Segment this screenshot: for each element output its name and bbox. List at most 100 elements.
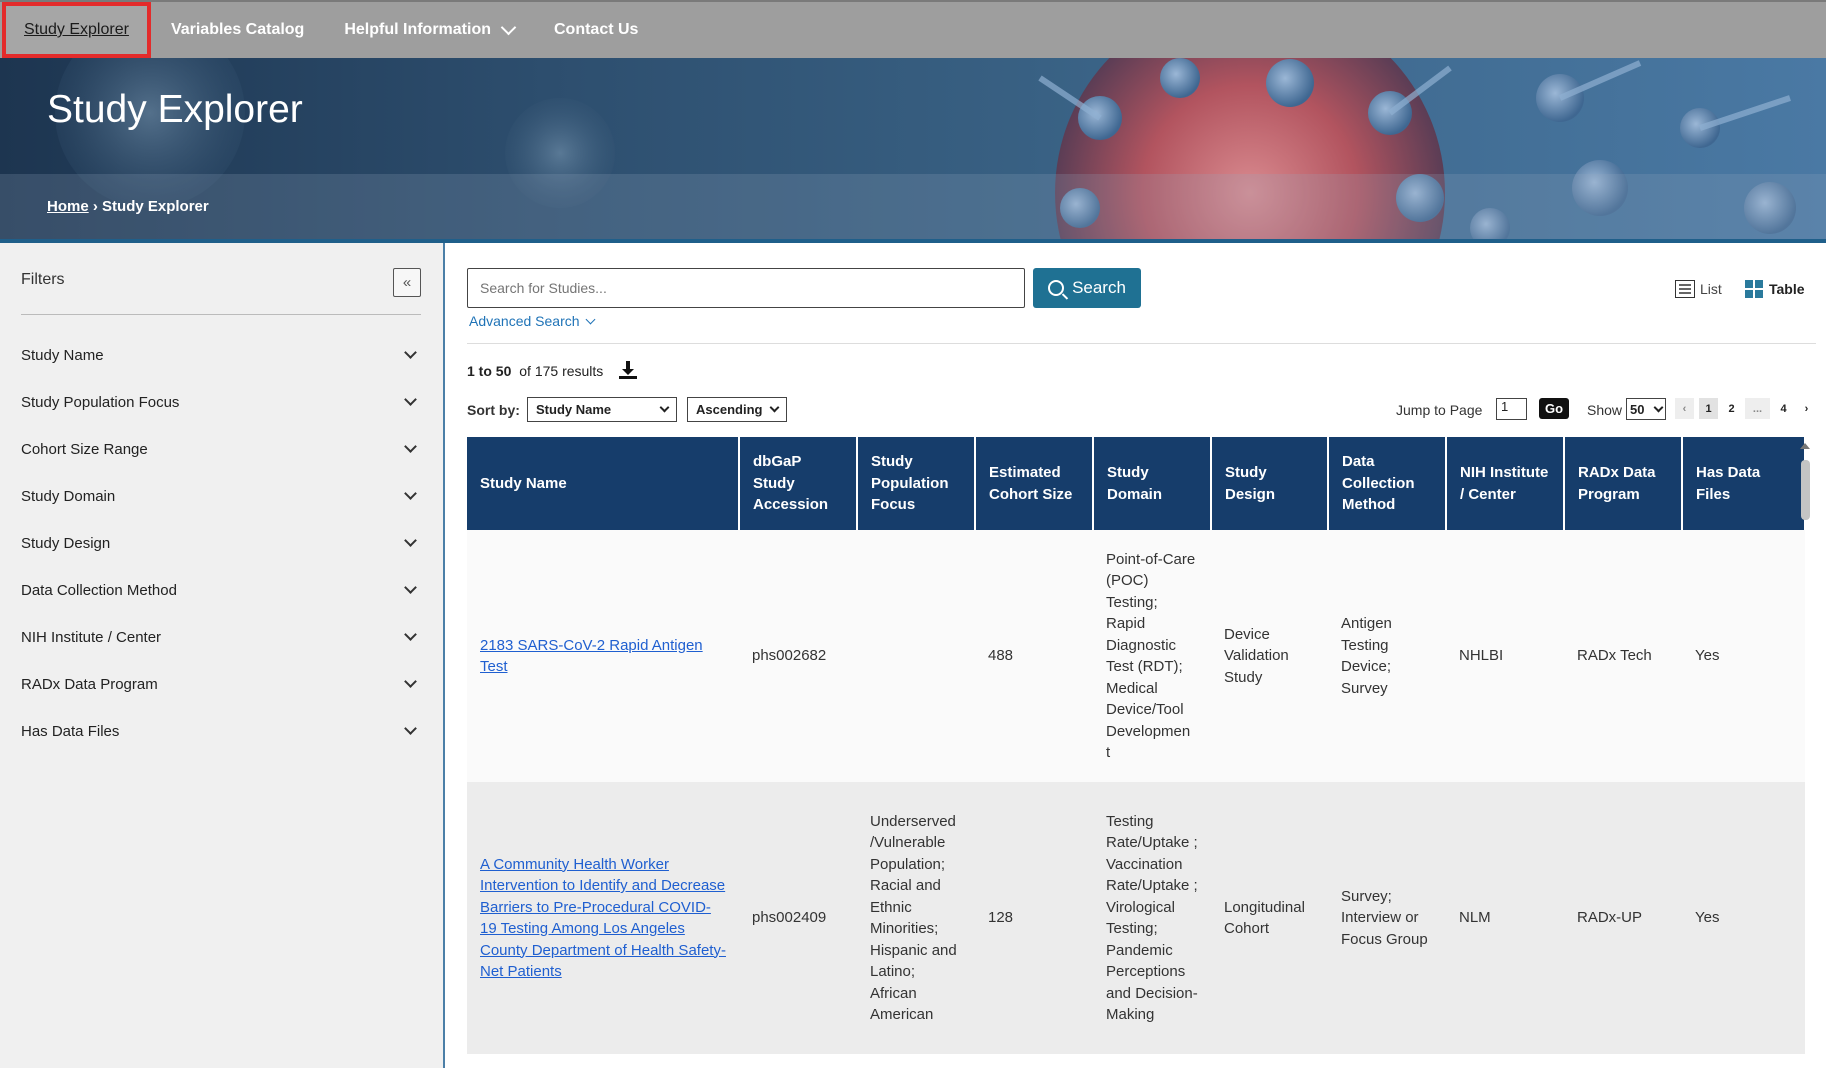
grid-icon — [1745, 280, 1763, 298]
col-header-population-focus[interactable]: Study Population Focus — [857, 437, 976, 530]
sort-field-value: Study Name — [536, 402, 612, 417]
main-content: Search Advanced Search List Table 1 to 5… — [446, 243, 1826, 1068]
col-header-study-design[interactable]: Study Design — [1211, 437, 1329, 530]
breadcrumb-current: Study Explorer — [102, 198, 209, 215]
scrollbar-thumb[interactable] — [1801, 460, 1810, 520]
chevron-down-icon — [404, 722, 417, 735]
col-header-nih-institute[interactable]: NIH Institute / Center — [1446, 437, 1565, 530]
nav-helpful-information[interactable]: Helpful Information — [324, 2, 534, 58]
page-size-select[interactable]: 50 — [1626, 398, 1666, 420]
nav-contact-us[interactable]: Contact Us — [534, 2, 658, 58]
table-view-toggle[interactable]: Table — [1745, 280, 1805, 298]
breadcrumb-home-link[interactable]: Home — [47, 198, 89, 215]
filter-label: NIH Institute / Center — [21, 628, 162, 646]
table-view-label: Table — [1769, 281, 1805, 297]
chevron-down-icon — [404, 581, 417, 594]
nav-variables-catalog[interactable]: Variables Catalog — [151, 2, 324, 58]
prev-page-button[interactable]: ‹ — [1675, 398, 1694, 419]
chevron-down-icon — [769, 402, 780, 413]
cell-radx-program: RADx-UP — [1564, 782, 1682, 1054]
scroll-up-arrow-icon[interactable] — [1800, 443, 1810, 449]
chevron-down-icon — [500, 19, 517, 35]
cell-accession: phs002409 — [739, 782, 857, 1054]
list-icon — [1675, 280, 1695, 298]
col-header-study-domain[interactable]: Study Domain — [1093, 437, 1212, 530]
cell-study-name: 2183 SARS-CoV-2 Rapid Antigen Test — [467, 530, 739, 782]
filter-study-population-focus[interactable]: Study Population Focus — [21, 387, 421, 417]
col-header-has-data-files[interactable]: Has Data Files — [1682, 437, 1805, 530]
cell-cohort-size: 488 — [975, 530, 1093, 782]
chevron-down-icon — [404, 534, 417, 547]
cell-data-collection: Survey; Interview or Focus Group — [1328, 782, 1446, 1054]
study-link[interactable]: A Community Health Worker Intervention t… — [480, 856, 726, 981]
col-header-radx-program[interactable]: RADx Data Program — [1564, 437, 1683, 530]
table-scrollbar[interactable] — [1800, 443, 1810, 1068]
table-row: 2183 SARS-CoV-2 Rapid Antigen Test phs00… — [467, 530, 1805, 782]
download-icon[interactable] — [618, 360, 638, 380]
search-input[interactable] — [467, 268, 1025, 308]
col-header-data-collection[interactable]: Data Collection Method — [1328, 437, 1447, 530]
cell-study-name: A Community Health Worker Intervention t… — [467, 782, 739, 1054]
cell-population-focus — [857, 530, 975, 782]
breadcrumb-bar — [0, 174, 1826, 241]
sort-field-select[interactable]: Study Name — [527, 397, 677, 422]
divider — [21, 314, 421, 315]
sort-order-select[interactable]: Ascending — [687, 397, 787, 422]
results-range: 1 to 50 — [467, 363, 512, 379]
chevron-down-icon — [659, 402, 670, 413]
filter-label: Data Collection Method — [21, 581, 177, 599]
filter-cohort-size-range[interactable]: Cohort Size Range — [21, 434, 421, 464]
filter-study-name[interactable]: Study Name — [21, 340, 421, 370]
cell-nih-institute: NHLBI — [1446, 530, 1564, 782]
cell-accession: phs002682 — [739, 530, 857, 782]
search-icon — [1048, 280, 1065, 296]
study-link[interactable]: 2183 SARS-CoV-2 Rapid Antigen Test — [480, 637, 703, 676]
filter-label: Has Data Files — [21, 722, 120, 740]
double-chevron-left-icon: « — [402, 274, 412, 291]
filters-title: Filters — [21, 271, 65, 288]
breadcrumb-separator: › — [92, 198, 98, 215]
cell-radx-program: RADx Tech — [1564, 530, 1682, 782]
list-view-toggle[interactable]: List — [1675, 280, 1722, 298]
divider — [467, 343, 1816, 344]
chevron-down-icon — [404, 675, 417, 688]
cell-study-domain: Testing Rate/Uptake ; Vaccination Rate/U… — [1093, 782, 1211, 1054]
advanced-search-link[interactable]: Advanced Search — [469, 313, 596, 329]
collapse-filters-button[interactable]: « — [393, 268, 421, 297]
filter-has-data-files[interactable]: Has Data Files — [21, 716, 421, 746]
filter-data-collection-method[interactable]: Data Collection Method — [21, 575, 421, 605]
cell-study-domain: Point-of-Care (POC) Testing; Rapid Diagn… — [1093, 530, 1211, 782]
table-header-row: Study Name dbGaP Study Accession Study P… — [467, 437, 1805, 530]
filter-nih-institute[interactable]: NIH Institute / Center — [21, 622, 421, 652]
col-header-dbgap-accession[interactable]: dbGaP Study Accession — [739, 437, 858, 530]
cell-has-data-files: Yes — [1682, 530, 1805, 782]
page-2-button[interactable]: 2 — [1722, 398, 1741, 419]
page-1-button[interactable]: 1 — [1699, 398, 1718, 419]
cell-cohort-size: 128 — [975, 782, 1093, 1054]
chevron-down-icon — [404, 487, 417, 500]
nav-study-explorer[interactable]: Study Explorer — [2, 2, 151, 58]
filters-sidebar: Filters « Study Name Study Population Fo… — [0, 243, 445, 1068]
cell-study-design: Device Validation Study — [1211, 530, 1328, 782]
results-table-container: Study Name dbGaP Study Accession Study P… — [467, 437, 1805, 1068]
jump-to-page-input[interactable]: 1 — [1496, 398, 1527, 420]
go-button[interactable]: Go — [1539, 398, 1569, 419]
top-nav: Study Explorer Variables Catalog Helpful… — [0, 0, 1826, 58]
show-label: Show — [1587, 402, 1623, 418]
cell-nih-institute: NLM — [1446, 782, 1564, 1054]
results-total: of 175 results — [519, 363, 604, 379]
search-button[interactable]: Search — [1033, 268, 1141, 308]
cell-study-design: Longitudinal Cohort — [1211, 782, 1328, 1054]
page-4-button[interactable]: 4 — [1774, 398, 1793, 419]
filter-study-domain[interactable]: Study Domain — [21, 481, 421, 511]
col-header-cohort-size[interactable]: Estimated Cohort Size — [975, 437, 1094, 530]
list-view-label: List — [1700, 281, 1722, 297]
chevron-down-icon — [1653, 402, 1664, 412]
filter-radx-data-program[interactable]: RADx Data Program — [21, 669, 421, 699]
col-header-study-name[interactable]: Study Name — [467, 437, 740, 530]
filter-study-design[interactable]: Study Design — [21, 528, 421, 558]
page-ellipsis: ... — [1745, 398, 1770, 419]
cell-data-collection: Antigen Testing Device; Survey — [1328, 530, 1446, 782]
sort-label: Sort by: — [467, 402, 520, 418]
next-page-button[interactable]: › — [1797, 398, 1816, 419]
